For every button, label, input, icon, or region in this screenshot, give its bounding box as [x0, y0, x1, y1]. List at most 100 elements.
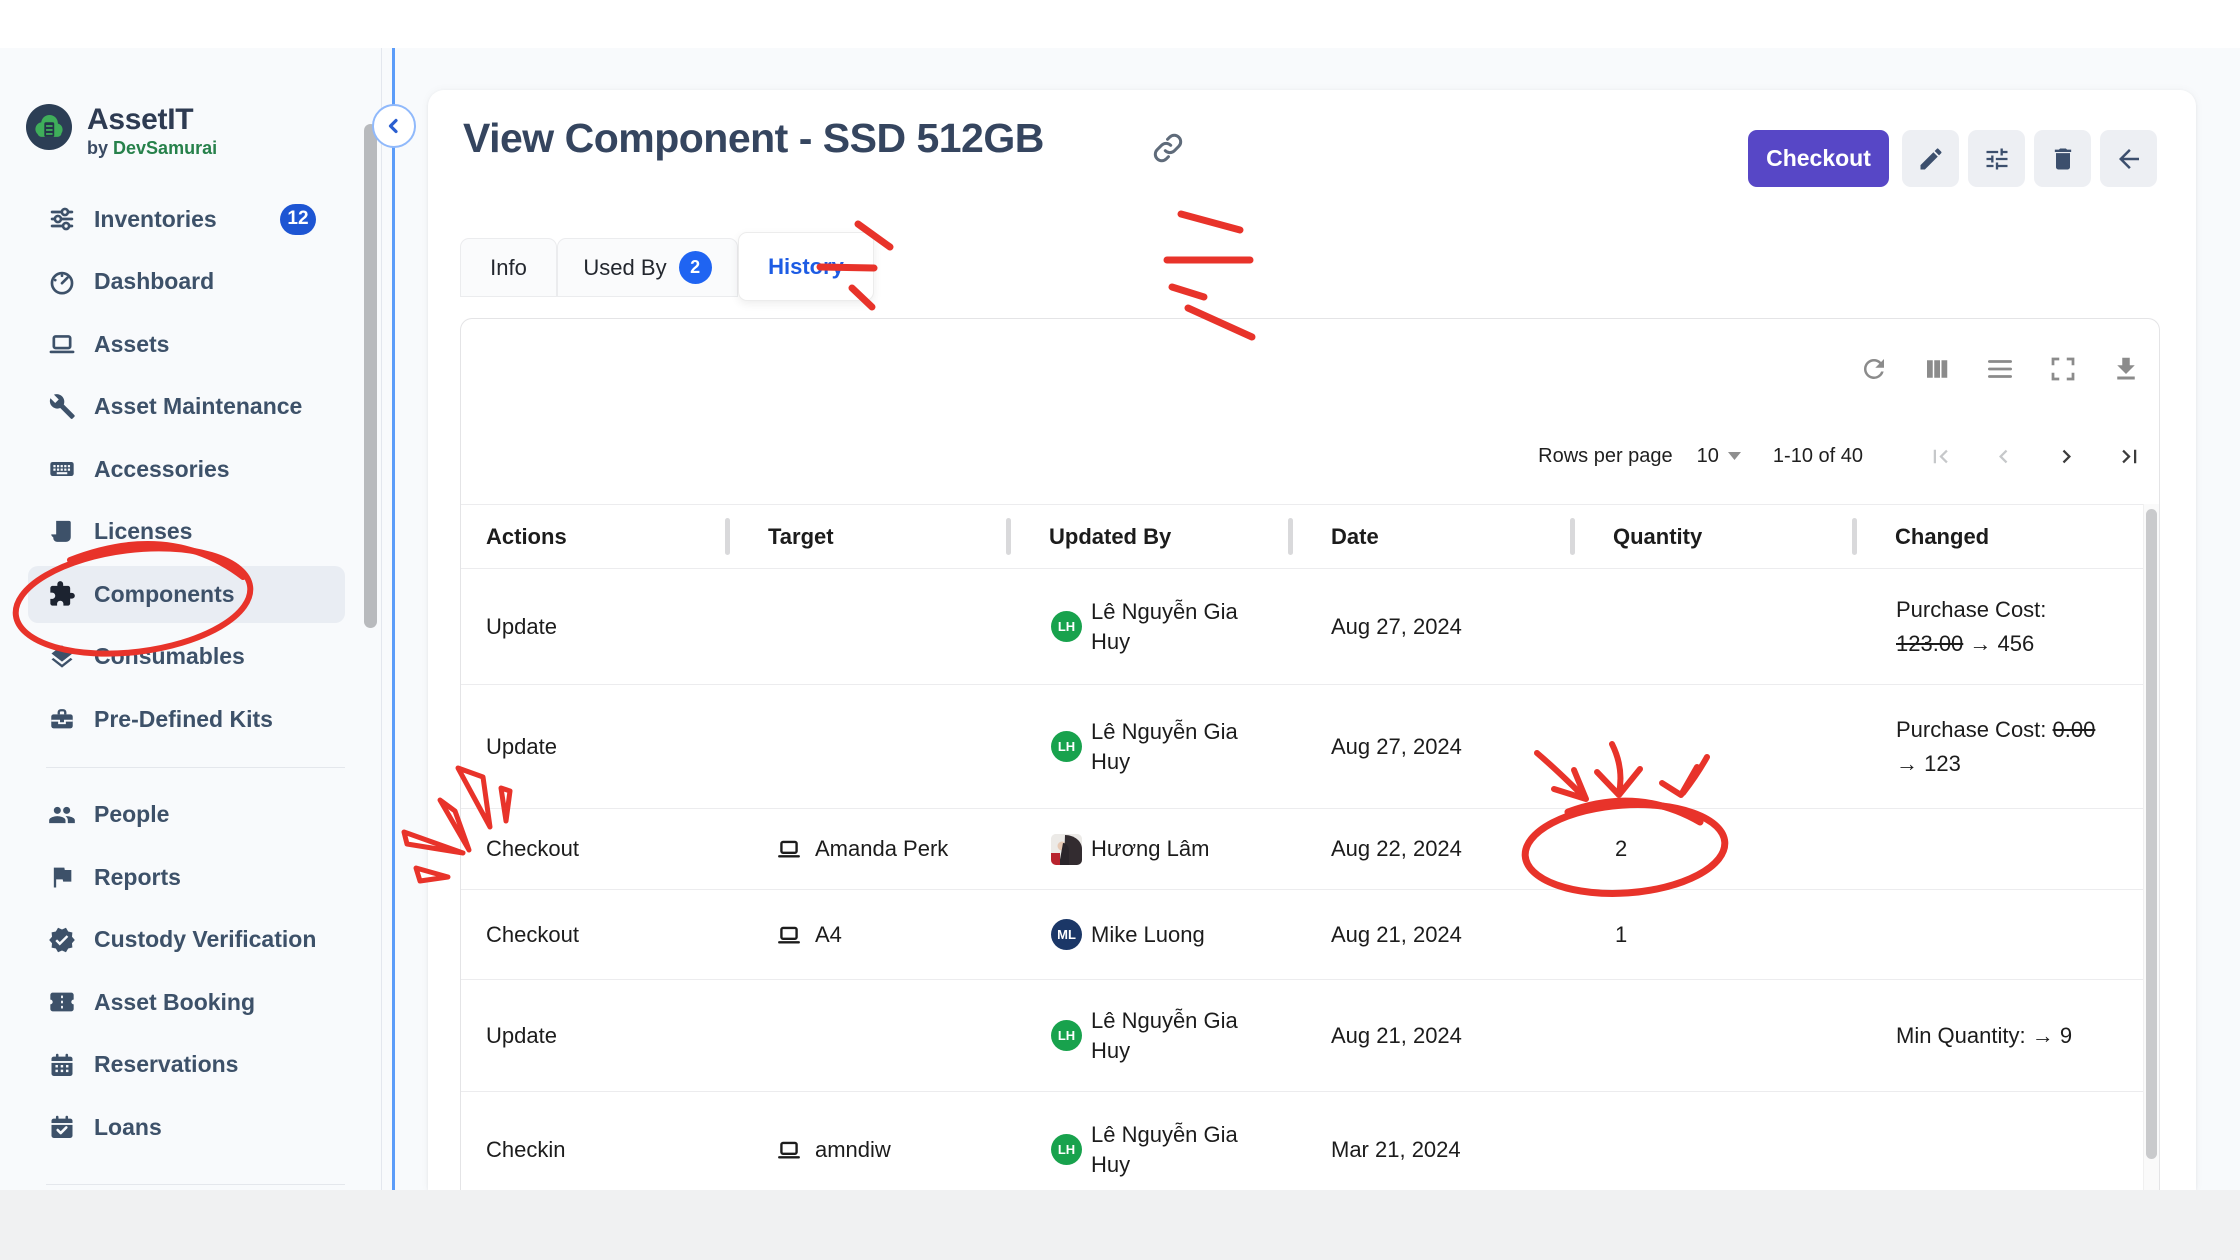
sidebar-item-assets[interactable]: Assets: [0, 313, 382, 376]
first-page-icon[interactable]: [1927, 443, 1954, 470]
column-resize-handle[interactable]: [1570, 518, 1575, 555]
rows-per-page-select[interactable]: 10: [1697, 445, 1741, 468]
column-resize-handle[interactable]: [1288, 518, 1293, 555]
sidebar-item-asset-booking[interactable]: Asset Booking: [0, 971, 382, 1034]
target-name[interactable]: Amanda Perk: [815, 836, 948, 862]
column-resize-handle[interactable]: [1852, 518, 1857, 555]
sidebar-item-custody-verification[interactable]: Custody Verification: [0, 909, 382, 972]
table-row[interactable]: Checkout Amanda Perk Hương Lâm Aug 22, 2…: [461, 809, 2143, 890]
sidebar-item-label: Asset Booking: [94, 989, 255, 1016]
inventories-count-badge: 12: [280, 204, 316, 235]
cell-target: A4: [727, 922, 1008, 948]
table-row[interactable]: Update LH Lê Nguyễn Gia Huy Aug 27, 2024…: [461, 569, 2143, 685]
sidebar-item-reservations[interactable]: Reservations: [0, 1034, 382, 1097]
wrench-icon: [48, 393, 76, 421]
table-row[interactable]: Checkin amndiw LH Lê Nguyễn Gia Huy Mar …: [461, 1092, 2143, 1190]
tab-history[interactable]: History: [738, 232, 874, 301]
user-name[interactable]: Hương Lâm: [1091, 834, 1276, 864]
sidebar-collapse-button[interactable]: [372, 104, 416, 148]
keyboard-icon: [48, 455, 76, 483]
sidebar-item-components[interactable]: Components: [0, 563, 382, 626]
edit-pencil-icon: [1917, 145, 1945, 173]
fullscreen-icon[interactable]: [2048, 354, 2078, 384]
sidebar-item-asset-maintenance[interactable]: Asset Maintenance: [0, 376, 382, 439]
table-scrollbar-thumb[interactable]: [2146, 509, 2157, 1159]
people-icon: [48, 801, 76, 829]
sidebar-item-loans[interactable]: Loans: [0, 1096, 382, 1159]
sidebar-item-label: People: [94, 801, 169, 828]
sidebar-item-pre-defined-kits[interactable]: Pre-Defined Kits: [0, 688, 382, 751]
trash-icon: [2049, 145, 2077, 173]
column-header-changed[interactable]: Changed: [1854, 524, 2143, 550]
table-scrollbar-track[interactable]: [2143, 504, 2159, 1190]
sidebar-item-people[interactable]: People: [0, 784, 382, 847]
pagination-bar: Rows per page 10 1-10 of 40: [1538, 435, 2143, 477]
brand-name: DevSamurai: [113, 138, 217, 158]
tab-info[interactable]: Info: [460, 238, 557, 297]
column-header-actions[interactable]: Actions: [461, 524, 727, 550]
table-row[interactable]: Checkout A4 ML Mike Luong Aug 21, 2024 1: [461, 890, 2143, 980]
user-name[interactable]: Lê Nguyễn Gia Huy: [1091, 597, 1276, 657]
table-row[interactable]: Update LH Lê Nguyễn Gia Huy Aug 21, 2024…: [461, 980, 2143, 1092]
target-name[interactable]: amndiw: [815, 1137, 891, 1163]
prev-page-icon[interactable]: [1990, 443, 2017, 470]
sidebar-scrollbar[interactable]: [364, 124, 377, 628]
sidebar-item-label: Licenses: [94, 518, 192, 545]
cell-date: Aug 27, 2024: [1290, 734, 1572, 760]
tab-used-by[interactable]: Used By 2: [557, 238, 738, 297]
user-name[interactable]: Mike Luong: [1091, 920, 1276, 950]
app-name: AssetIT: [87, 104, 217, 136]
density-icon[interactable]: [1985, 354, 2015, 384]
cell-target: amndiw: [727, 1137, 1008, 1163]
sidebar-item-accessories[interactable]: Accessories: [0, 438, 382, 501]
user-name[interactable]: Lê Nguyễn Gia Huy: [1091, 717, 1276, 777]
settings-button[interactable]: [1968, 130, 2025, 187]
sidebar-item-inventories[interactable]: Inventories 12: [0, 188, 382, 251]
main-panel: View Component - SSD 512GB Checkout Info…: [428, 90, 2196, 1190]
sidebar-item-consumables[interactable]: Consumables: [0, 626, 382, 689]
column-resize-handle[interactable]: [725, 518, 730, 555]
sidebar-divider: [0, 751, 382, 784]
cell-action: Update: [461, 614, 727, 640]
cell-date: Aug 21, 2024: [1290, 922, 1572, 948]
last-page-icon[interactable]: [2116, 443, 2143, 470]
logo-icon: [26, 104, 72, 150]
calendar-check-icon: [48, 1113, 76, 1141]
cell-changed: Min Quantity: → 9: [1854, 1019, 2143, 1053]
edit-button[interactable]: [1902, 130, 1959, 187]
caret-down-icon: [1728, 452, 1741, 460]
avatar: LH: [1051, 1134, 1082, 1165]
column-resize-handle[interactable]: [1006, 518, 1011, 555]
sidebar-item-licenses[interactable]: Licenses: [0, 501, 382, 564]
link-icon[interactable]: [1150, 130, 1186, 166]
user-name[interactable]: Lê Nguyễn Gia Huy: [1091, 1006, 1276, 1066]
sidebar-item-label: Consumables: [94, 643, 245, 670]
cell-date: Aug 21, 2024: [1290, 1023, 1572, 1049]
column-header-updated-by[interactable]: Updated By: [1008, 524, 1290, 550]
puzzle-icon: [48, 580, 76, 608]
delete-button[interactable]: [2034, 130, 2091, 187]
table-header-row: Actions Target Updated By Date Quantity …: [461, 504, 2143, 569]
refresh-icon[interactable]: [1859, 354, 1889, 384]
column-header-target[interactable]: Target: [727, 524, 1008, 550]
laptop-icon: [776, 836, 802, 862]
user-name[interactable]: Lê Nguyễn Gia Huy: [1091, 1120, 1276, 1180]
target-name[interactable]: A4: [815, 922, 842, 948]
view-columns-icon[interactable]: [1922, 354, 1952, 384]
column-header-quantity[interactable]: Quantity: [1572, 524, 1854, 550]
next-page-icon[interactable]: [2053, 443, 2080, 470]
cell-action: Update: [461, 1023, 727, 1049]
cell-action: Checkin: [461, 1137, 727, 1163]
back-arrow-icon: [2114, 144, 2144, 174]
table-row[interactable]: Update LH Lê Nguyễn Gia Huy Aug 27, 2024…: [461, 685, 2143, 809]
sidebar-divider-line: [392, 48, 395, 1190]
cell-changed: Purchase Cost: 0.00 → 123: [1854, 713, 2143, 781]
sidebar-item-reports[interactable]: Reports: [0, 846, 382, 909]
sidebar-item-dashboard[interactable]: Dashboard: [0, 251, 382, 314]
sliders-icon: [48, 205, 76, 233]
column-header-date[interactable]: Date: [1290, 524, 1572, 550]
download-icon[interactable]: [2111, 354, 2141, 384]
back-button[interactable]: [2100, 130, 2157, 187]
used-by-count-badge: 2: [679, 251, 712, 284]
checkout-button[interactable]: Checkout: [1748, 130, 1889, 187]
